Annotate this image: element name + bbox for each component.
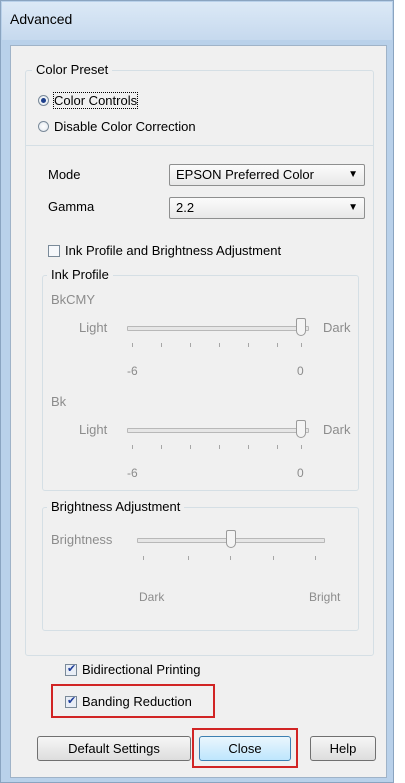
bkcmy-light-label: Light — [79, 320, 108, 335]
mode-select[interactable]: EPSON Preferred Color ▼ — [169, 164, 365, 186]
brightness-slider-thumb[interactable] — [226, 530, 236, 548]
brightness-dark-label: Dark — [139, 590, 165, 604]
color-preset-title: Color Preset — [32, 62, 113, 77]
radio-unselected-indicator — [38, 121, 49, 132]
bk-light-label: Light — [79, 422, 108, 437]
ink-profile-group: Ink Profile BkCMY Light Dark -6 0 Bk Lig… — [42, 267, 359, 491]
tick — [143, 556, 144, 560]
bk-slider-track[interactable] — [127, 428, 309, 433]
tick — [132, 445, 133, 449]
radio-color-controls-label: Color Controls — [52, 92, 139, 109]
gamma-select-value: 2.2 — [176, 200, 195, 215]
default-settings-button[interactable]: Default Settings — [37, 736, 191, 761]
bkcmy-max-label: 0 — [297, 364, 304, 378]
tick — [161, 343, 162, 347]
brightness-adjustment-group: Brightness Adjustment Brightness Dark Br… — [42, 499, 359, 631]
tick — [190, 445, 191, 449]
bk-max-label: 0 — [297, 466, 304, 480]
tick — [277, 445, 278, 449]
gamma-select[interactable]: 2.2 ▼ — [169, 197, 365, 219]
tick — [188, 556, 189, 560]
tick — [315, 556, 316, 560]
tick — [219, 445, 220, 449]
tick — [132, 343, 133, 347]
chevron-down-icon: ▼ — [348, 169, 358, 180]
brightness-label: Brightness — [51, 532, 113, 547]
bk-label: Bk — [51, 394, 67, 409]
dialog-title: Advanced — [2, 2, 392, 40]
close-button[interactable]: Close — [199, 736, 291, 761]
ink-brightness-checkbox[interactable]: Ink Profile and Brightness Adjustment — [48, 243, 281, 258]
checkbox-box — [48, 244, 60, 257]
radio-selected-indicator — [38, 95, 49, 106]
checkmark-icon: ✔ — [67, 662, 77, 675]
chevron-down-icon: ▼ — [348, 202, 358, 213]
tick — [230, 556, 231, 560]
tick — [219, 343, 220, 347]
tick — [248, 445, 249, 449]
bk-dark-label: Dark — [323, 422, 351, 437]
brightness-bright-label: Bright — [309, 590, 341, 604]
tick — [273, 556, 274, 560]
color-preset-group: Color Preset Color Controls Disable Colo… — [25, 62, 374, 656]
divider — [26, 145, 373, 146]
bidirectional-printing-label: Bidirectional Printing — [82, 662, 201, 677]
ink-brightness-label: Ink Profile and Brightness Adjustment — [65, 243, 282, 258]
help-button[interactable]: Help — [310, 736, 376, 761]
banding-reduction-label: Banding Reduction — [82, 694, 192, 709]
bkcmy-min-label: -6 — [127, 364, 138, 378]
bkcmy-dark-label: Dark — [323, 320, 351, 335]
bidirectional-printing-checkbox[interactable]: ✔ Bidirectional Printing — [65, 662, 201, 677]
gamma-label: Gamma — [48, 199, 95, 214]
checkbox-box: ✔ — [65, 662, 77, 676]
checkmark-icon: ✔ — [67, 694, 77, 707]
bkcmy-label: BkCMY — [51, 292, 96, 307]
radio-disable-color-correction[interactable]: Disable Color Correction — [38, 119, 196, 134]
bk-min-label: -6 — [127, 466, 138, 480]
tick — [301, 445, 302, 449]
radio-color-controls[interactable]: Color Controls — [38, 92, 139, 109]
mode-select-value: EPSON Preferred Color — [176, 167, 314, 182]
radio-disable-label: Disable Color Correction — [54, 119, 196, 134]
banding-reduction-checkbox[interactable]: ✔ Banding Reduction — [65, 694, 192, 709]
bkcmy-slider-track[interactable] — [127, 326, 309, 331]
brightness-adjustment-title: Brightness Adjustment — [47, 499, 185, 514]
tick — [161, 445, 162, 449]
ink-profile-title: Ink Profile — [47, 267, 113, 282]
tick — [277, 343, 278, 347]
dialog-client-area: Color Preset Color Controls Disable Colo… — [10, 45, 387, 778]
bkcmy-slider-thumb[interactable] — [296, 318, 306, 336]
tick — [301, 343, 302, 347]
tick — [248, 343, 249, 347]
checkbox-box: ✔ — [65, 694, 77, 708]
mode-label: Mode — [48, 167, 81, 182]
bk-slider-thumb[interactable] — [296, 420, 306, 438]
tick — [190, 343, 191, 347]
advanced-dialog: Advanced Color Preset Color Controls Dis… — [0, 0, 394, 783]
